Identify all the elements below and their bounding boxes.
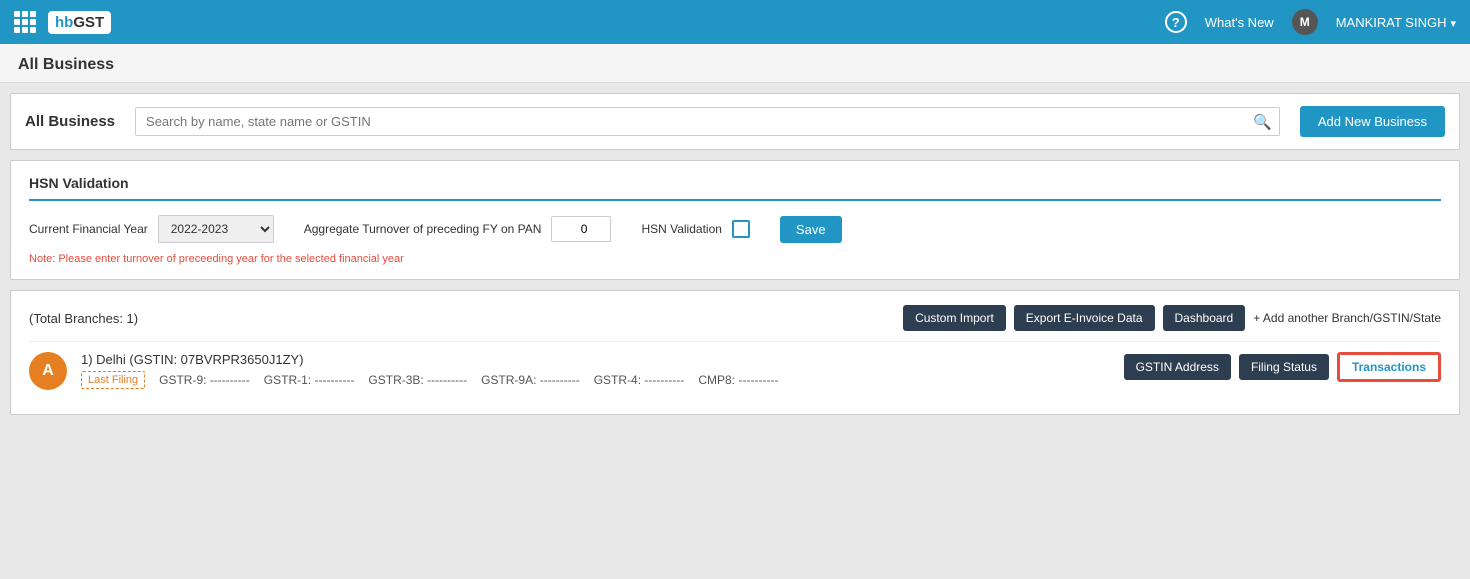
hsn-note: Note: Please enter turnover of preceedin… [29,253,1441,265]
current-fy-select[interactable]: 2022-2023 2021-2022 2020-2021 [158,215,274,243]
filing-status-button[interactable]: Filing Status [1239,354,1329,380]
business-list-section: (Total Branches: 1) Custom Import Export… [10,290,1460,415]
grid-menu-icon[interactable] [14,11,36,33]
business-name-row: 1) Delhi (GSTIN: 07BVRPR3650J1ZY) [81,352,1110,367]
hsn-validation-group: HSN Validation [641,220,749,238]
logo-hb: hb [55,14,73,31]
transactions-button[interactable]: Transactions [1337,352,1441,382]
aggregate-turnover-label: Aggregate Turnover of preceding FY on PA… [304,222,542,236]
hsn-section-title: HSN Validation [29,175,1441,201]
business-info: 1) Delhi (GSTIN: 07BVRPR3650J1ZY) Last F… [81,352,1110,389]
business-name: 1) Delhi (GSTIN: 07BVRPR3650J1ZY) [81,352,304,367]
table-row: A 1) Delhi (GSTIN: 07BVRPR3650J1ZY) Last… [29,341,1441,400]
gstr9a-filing: GSTR-9A: ---------- [481,373,580,387]
search-button[interactable]: 🔍 [1253,113,1272,131]
all-business-title: All Business [25,113,115,130]
whats-new-link[interactable]: What's New [1205,15,1274,30]
gstin-address-button[interactable]: GSTIN Address [1124,354,1231,380]
total-branches: (Total Branches: 1) [29,311,138,326]
all-business-panel: All Business 🔍 Add New Business [10,93,1460,150]
gstr3b-filing: GSTR-3B: ---------- [368,373,467,387]
avatar: A [29,352,67,390]
logo-gst: GST [73,14,104,31]
business-list-header: (Total Branches: 1) Custom Import Export… [29,305,1441,331]
hsn-validation-section: HSN Validation Current Financial Year 20… [10,160,1460,280]
help-icon[interactable]: ? [1165,11,1187,33]
business-action-buttons: Custom Import Export E-Invoice Data Dash… [903,305,1441,331]
user-name-label[interactable]: MANKIRAT SINGH [1336,15,1456,30]
user-avatar: M [1292,9,1318,35]
top-navigation: hb GST ? What's New M MANKIRAT SINGH [0,0,1470,44]
search-bar-wrap: 🔍 [135,107,1280,136]
user-menu-chevron[interactable] [1450,15,1456,30]
hsn-validation-checkbox[interactable] [732,220,750,238]
aggregate-turnover-group: Aggregate Turnover of preceding FY on PA… [304,216,612,242]
add-new-business-button[interactable]: Add New Business [1300,106,1445,137]
gstr4-filing: GSTR-4: ---------- [594,373,685,387]
dashboard-button[interactable]: Dashboard [1163,305,1246,331]
page-title: All Business [18,56,114,73]
export-einvoice-button[interactable]: Export E-Invoice Data [1014,305,1155,331]
aggregate-turnover-input[interactable] [551,216,611,242]
gstr9-filing: GSTR-9: ---------- [159,373,250,387]
gstr1-filing: GSTR-1: ---------- [264,373,355,387]
page-header: All Business [0,44,1470,83]
custom-import-button[interactable]: Custom Import [903,305,1006,331]
hsn-checkbox-wrap [732,220,750,238]
hsn-fields-row: Current Financial Year 2022-2023 2021-20… [29,215,1441,243]
search-input[interactable] [135,107,1280,136]
filing-row: Last Filing GSTR-9: ---------- GSTR-1: -… [81,371,1110,389]
hsn-save-button[interactable]: Save [780,216,842,243]
business-row-actions: GSTIN Address Filing Status Transactions [1124,352,1441,382]
add-branch-link[interactable]: + Add another Branch/GSTIN/State [1253,311,1441,325]
current-fy-group: Current Financial Year 2022-2023 2021-20… [29,215,274,243]
last-filing-button[interactable]: Last Filing [81,371,145,389]
current-fy-label: Current Financial Year [29,222,148,236]
cmp8-filing: CMP8: ---------- [698,373,778,387]
hsn-validation-label: HSN Validation [641,222,721,236]
app-logo: hb GST [48,11,111,34]
